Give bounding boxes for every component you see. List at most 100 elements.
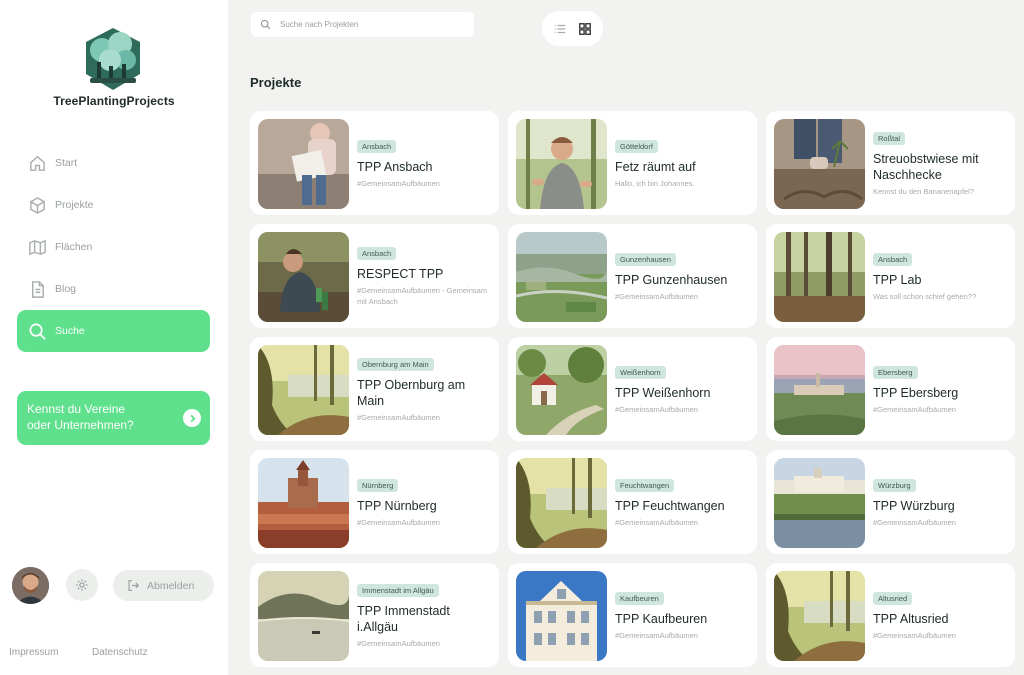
section-title: Projekte: [250, 75, 302, 90]
project-card[interactable]: Roßtal Streuobstwiese mit Naschhecke Ken…: [766, 111, 1015, 215]
project-subtitle: #GemeinsamAufbäumen: [873, 404, 956, 414]
project-thumbnail: [774, 571, 865, 661]
project-subtitle: #GemeinsamAufbäumen: [615, 517, 698, 527]
project-thumbnail: [774, 119, 865, 209]
promo-card[interactable]: Kennst du Vereine oder Unternehmen?: [17, 391, 210, 445]
project-subtitle: #GemeinsamAufbäumen: [615, 630, 698, 640]
project-title: TPP Kaufbeuren: [615, 611, 708, 626]
project-card-body: Feuchtwangen TPP Feuchtwangen #Gemeinsam…: [615, 458, 751, 548]
nav-item-label: Suche: [55, 325, 85, 337]
project-thumbnail: [516, 119, 607, 209]
project-card-body: Roßtal Streuobstwiese mit Naschhecke Ken…: [873, 119, 1009, 209]
project-subtitle: #GemeinsamAufbäumen: [615, 404, 698, 414]
project-thumbnail: [516, 458, 607, 548]
project-thumbnail: [516, 232, 607, 322]
grid-icon[interactable]: [578, 22, 592, 36]
project-card[interactable]: Feuchtwangen TPP Feuchtwangen #Gemeinsam…: [508, 450, 757, 554]
project-subtitle: Was soll schon schief gehen??: [873, 291, 977, 301]
location-tag: Würzburg: [873, 478, 916, 492]
project-thumbnail: [258, 571, 349, 661]
project-subtitle: #GemeinsamAufbäumen: [357, 517, 440, 527]
project-subtitle: Hallo, ich bin Johannes.: [615, 178, 695, 188]
brand-logo[interactable]: [80, 26, 146, 92]
settings-button[interactable]: [66, 569, 98, 601]
project-card[interactable]: Altusried TPP Altusried #GemeinsamAufbäu…: [766, 563, 1015, 667]
project-card[interactable]: Kaufbeuren TPP Kaufbeuren #GemeinsamAufb…: [508, 563, 757, 667]
chevron-right-icon[interactable]: [183, 409, 201, 427]
project-card-body: Ansbach RESPECT TPP #GemeinsamAufbäumen …: [357, 232, 493, 322]
location-tag: Ansbach: [873, 252, 913, 266]
project-thumbnail: [258, 345, 349, 435]
avatar[interactable]: [12, 567, 49, 604]
location-tag: Götteldorf: [615, 139, 658, 153]
project-card[interactable]: Ansbach RESPECT TPP #GemeinsamAufbäumen …: [250, 224, 499, 328]
nav-item-suche[interactable]: Suche: [17, 310, 210, 352]
project-card-body: Nürnberg TPP Nürnberg #GemeinsamAufbäume…: [357, 458, 493, 548]
project-card[interactable]: Würzburg TPP Würzburg #GemeinsamAufbäume…: [766, 450, 1015, 554]
project-card[interactable]: Götteldorf Fetz räumt auf Hallo, ich bin…: [508, 111, 757, 215]
project-subtitle: #GemeinsamAufbäumen: [873, 630, 956, 640]
search-icon: [29, 323, 46, 340]
location-tag: Ansbach: [357, 247, 397, 260]
location-tag: Ebersberg: [873, 365, 918, 379]
project-title: TPP Lab: [873, 272, 922, 287]
project-title: Streuobstwiese mit Naschhecke: [873, 151, 979, 182]
view-toggle: [542, 11, 603, 46]
list-icon[interactable]: [553, 22, 567, 36]
search-box[interactable]: [251, 12, 474, 37]
project-thumbnail: [774, 345, 865, 435]
map-icon: [29, 239, 46, 255]
project-title: TPP Obernburg am Main: [357, 377, 466, 408]
project-card-body: Obernburg am Main TPP Obernburg am Main …: [357, 345, 493, 435]
project-card-body: Ebersberg TPP Ebersberg #GemeinsamAufbäu…: [873, 345, 1009, 435]
location-tag: Ansbach: [357, 139, 397, 153]
project-card-body: Kaufbeuren TPP Kaufbeuren #GemeinsamAufb…: [615, 571, 751, 661]
project-card-body: Ansbach TPP Ansbach #GemeinsamAufbäumen: [357, 119, 493, 209]
location-tag: Immenstadt im Allgäu: [357, 583, 439, 597]
project-card-body: Weißenhorn TPP Weißenhorn #GemeinsamAufb…: [615, 345, 751, 435]
project-subtitle: #GemeinsamAufbäumen: [357, 638, 440, 648]
project-subtitle: #GemeinsamAufbäumen: [615, 291, 698, 301]
project-card[interactable]: Gunzenhausen TPP Gunzenhausen #Gemeinsam…: [508, 224, 757, 328]
project-card[interactable]: Weißenhorn TPP Weißenhorn #GemeinsamAufb…: [508, 337, 757, 441]
project-thumbnail: [516, 571, 607, 661]
project-subtitle: Kennst du den Bananenapfel?: [873, 186, 974, 196]
logout-button[interactable]: Abmelden: [113, 570, 214, 601]
datenschutz-link[interactable]: Datenschutz: [92, 647, 148, 658]
project-title: Fetz räumt auf: [615, 159, 696, 174]
project-card[interactable]: Nürnberg TPP Nürnberg #GemeinsamAufbäume…: [250, 450, 499, 554]
box-icon: [30, 196, 45, 214]
nav-item-start[interactable]: Start: [17, 142, 210, 184]
project-subtitle: #GemeinsamAufbäumen: [357, 412, 440, 422]
document-icon: [32, 280, 44, 298]
project-card[interactable]: Ansbach TPP Lab Was soll schon schief ge…: [766, 224, 1015, 328]
project-thumbnail: [258, 458, 349, 548]
project-thumbnail: [258, 119, 349, 209]
project-card-body: Götteldorf Fetz räumt auf Hallo, ich bin…: [615, 119, 751, 209]
project-thumbnail: [516, 345, 607, 435]
project-title: TPP Immenstadt i.Allgäu: [357, 603, 450, 634]
project-card[interactable]: Obernburg am Main TPP Obernburg am Main …: [250, 337, 499, 441]
project-card[interactable]: Ebersberg TPP Ebersberg #GemeinsamAufbäu…: [766, 337, 1015, 441]
project-subtitle: #GemeinsamAufbäumen: [873, 517, 956, 527]
nav-item-label: Projekte: [55, 199, 94, 211]
project-card[interactable]: Immenstadt im Allgäu TPP Immenstadt i.Al…: [250, 563, 499, 667]
nav-item-projekte[interactable]: Projekte: [17, 184, 210, 226]
project-card[interactable]: Ansbach TPP Ansbach #GemeinsamAufbäumen: [250, 111, 499, 215]
location-tag: Nürnberg: [357, 478, 399, 492]
project-card-body: Ansbach TPP Lab Was soll schon schief ge…: [873, 232, 1009, 322]
search-input[interactable]: [280, 20, 460, 29]
project-title: RESPECT TPP: [357, 267, 444, 281]
nav-item-label: Flächen: [55, 241, 93, 253]
nav-item-blog[interactable]: Blog: [17, 268, 210, 310]
logout-icon: [128, 580, 140, 591]
nav-item-flaechen[interactable]: Flächen: [17, 226, 210, 268]
project-thumbnail: [774, 232, 865, 322]
project-card-body: Altusried TPP Altusried #GemeinsamAufbäu…: [873, 571, 1009, 661]
location-tag: Obernburg am Main: [357, 357, 434, 371]
project-thumbnail: [258, 232, 349, 322]
project-title: TPP Weißenhorn: [615, 385, 711, 400]
impressum-link[interactable]: Impressum: [9, 647, 58, 658]
project-grid: Ansbach TPP Ansbach #GemeinsamAufbäumen …: [250, 111, 1016, 667]
project-card-body: Immenstadt im Allgäu TPP Immenstadt i.Al…: [357, 571, 493, 661]
